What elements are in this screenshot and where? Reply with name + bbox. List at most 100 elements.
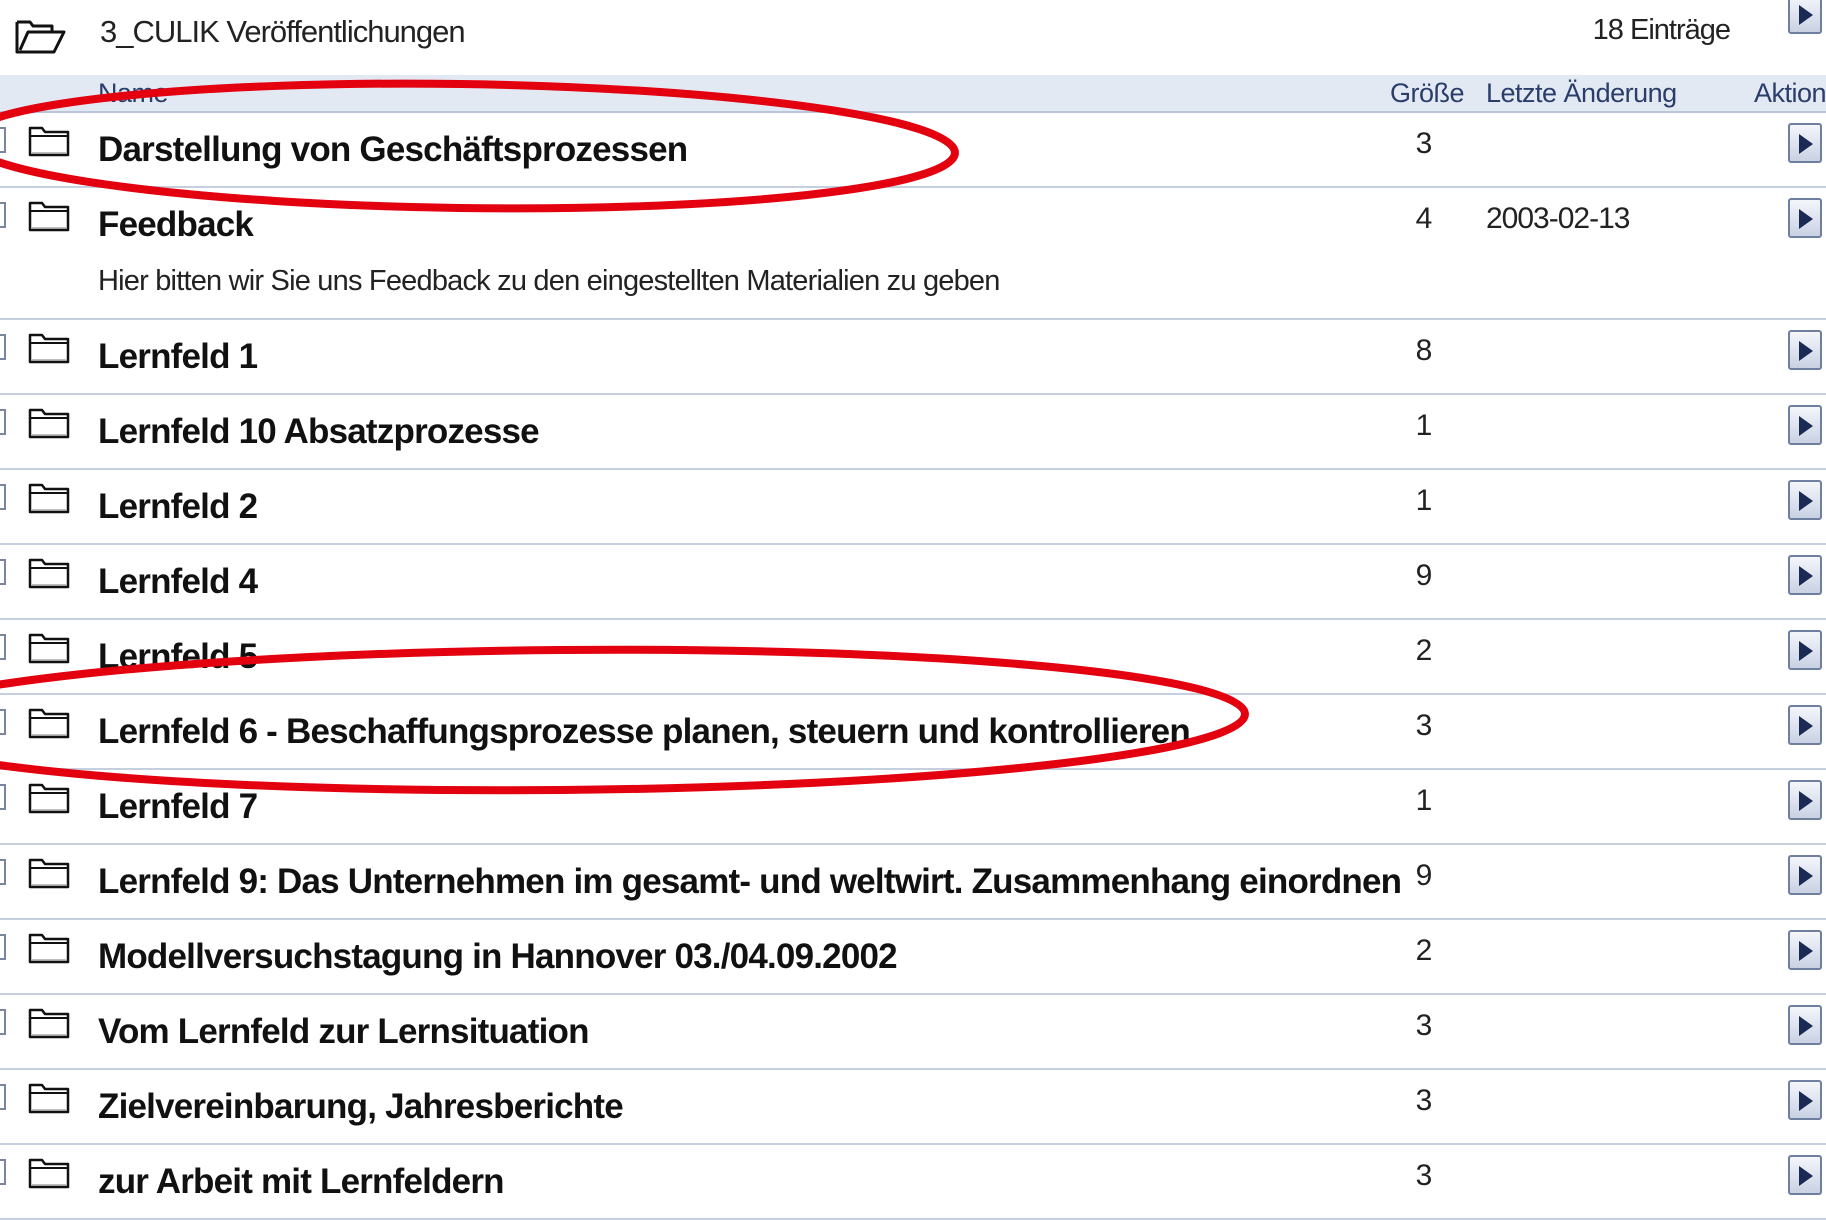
folder-size: 3 [1415, 1084, 1433, 1117]
folder-icon [28, 201, 70, 232]
row-checkbox[interactable] [0, 634, 6, 660]
table-row[interactable]: zur Arbeit mit Lernfeldern 3 [0, 1145, 1826, 1220]
folder-name-link[interactable]: Vom Lernfeld zur Lernsituation [98, 1012, 589, 1052]
folder-modified-date: 2003-02-13 [1486, 202, 1630, 235]
row-action-button[interactable] [1788, 405, 1822, 445]
row-checkbox[interactable] [0, 859, 6, 885]
folder-name-link[interactable]: Feedback [98, 205, 254, 245]
row-checkbox[interactable] [0, 1084, 6, 1110]
folder-name-link[interactable]: zur Arbeit mit Lernfeldern [98, 1162, 505, 1202]
table-row[interactable]: Zielvereinbarung, Jahresberichte 3 [0, 1070, 1826, 1145]
table-row[interactable]: Lernfeld 7 1 [0, 770, 1826, 845]
folder-name-link[interactable]: Lernfeld 7 [98, 787, 258, 827]
play-arrow-icon [1799, 1166, 1813, 1186]
folder-name-link[interactable]: Modellversuchstagung in Hannover 03./04.… [98, 937, 898, 977]
table-row[interactable]: Lernfeld 5 2 [0, 620, 1826, 695]
folder-icon [28, 858, 70, 889]
column-name[interactable]: Name [98, 78, 169, 109]
folder-name-link[interactable]: Lernfeld 1 [98, 337, 258, 377]
row-action-button[interactable] [1788, 1080, 1822, 1120]
folder-icon [28, 783, 70, 814]
folder-name-link[interactable]: Lernfeld 4 [98, 562, 258, 602]
row-checkbox[interactable] [0, 334, 6, 360]
table-row[interactable]: Lernfeld 9: Das Unternehmen im gesamt- u… [0, 845, 1826, 920]
folder-size: 9 [1415, 859, 1433, 892]
play-arrow-icon [1799, 5, 1813, 25]
play-arrow-icon [1799, 1091, 1813, 1111]
table-row[interactable]: Feedback Hier bitten wir Sie uns Feedback… [0, 188, 1826, 320]
folder-size: 3 [1415, 1159, 1433, 1192]
row-action-button[interactable] [1788, 630, 1822, 670]
row-action-button[interactable] [1788, 705, 1822, 745]
folder-size: 1 [1415, 484, 1433, 517]
table-row[interactable]: Lernfeld 2 1 [0, 470, 1826, 545]
folder-size: 3 [1415, 1009, 1433, 1042]
folder-name-link[interactable]: Zielvereinbarung, Jahresberichte [98, 1087, 624, 1127]
table-row[interactable]: Lernfeld 1 8 [0, 320, 1826, 395]
row-action-button[interactable] [1788, 480, 1822, 520]
play-arrow-icon [1799, 866, 1813, 886]
row-action-button[interactable] [1788, 930, 1822, 970]
row-checkbox[interactable] [0, 1009, 6, 1035]
play-arrow-icon [1799, 941, 1813, 961]
table-row[interactable]: Lernfeld 10 Absatzprozesse 1 [0, 395, 1826, 470]
folder-name-link[interactable]: Lernfeld 5 [98, 637, 258, 677]
entry-count: 18 Einträge [1592, 14, 1731, 46]
row-checkbox[interactable] [0, 709, 6, 735]
row-action-button[interactable] [1788, 123, 1822, 163]
row-checkbox[interactable] [0, 202, 6, 228]
folder-name-link[interactable]: Lernfeld 6 - Beschaffungsprozesse planen… [98, 712, 1191, 752]
row-action-button[interactable] [1788, 780, 1822, 820]
folder-icon [28, 333, 70, 364]
folder-size: 1 [1415, 409, 1433, 442]
folder-icon [28, 933, 70, 964]
folder-icon [28, 708, 70, 739]
row-action-button[interactable] [1788, 1155, 1822, 1195]
play-arrow-icon [1799, 716, 1813, 736]
table-row[interactable]: Modellversuchstagung in Hannover 03./04.… [0, 920, 1826, 995]
folder-description: Hier bitten wir Sie uns Feedback zu den … [98, 265, 1000, 297]
row-action-button[interactable] [1788, 555, 1822, 595]
folder-size: 9 [1415, 559, 1433, 592]
play-arrow-icon [1799, 341, 1813, 361]
row-checkbox[interactable] [0, 484, 6, 510]
table-row[interactable]: Lernfeld 4 9 [0, 545, 1826, 620]
column-modified[interactable]: Letzte Änderung [1486, 78, 1677, 109]
row-checkbox[interactable] [0, 934, 6, 960]
row-action-button[interactable] [1788, 198, 1822, 238]
folder-name-link[interactable]: Lernfeld 9: Das Unternehmen im gesamt- u… [98, 862, 1402, 902]
folder-title: 3_CULIK Veröffentlichungen [100, 14, 466, 49]
row-action-button[interactable] [1788, 330, 1822, 370]
play-arrow-icon [1799, 491, 1813, 511]
folder-icon [28, 126, 70, 157]
row-checkbox[interactable] [0, 559, 6, 585]
folder-size: 3 [1415, 127, 1433, 160]
folder-name-link[interactable]: Lernfeld 10 Absatzprozesse [98, 412, 540, 452]
folder-action-button[interactable] [1788, 0, 1822, 34]
table-row[interactable]: Vom Lernfeld zur Lernsituation 3 [0, 995, 1826, 1070]
folder-header: 3_CULIK Veröffentlichungen 18 Einträge [0, 0, 1826, 75]
folder-name-link[interactable]: Darstellung von Geschäftsprozessen [98, 130, 688, 170]
row-checkbox[interactable] [0, 1159, 6, 1185]
play-arrow-icon [1799, 1016, 1813, 1036]
table-row[interactable]: Lernfeld 6 - Beschaffungsprozesse planen… [0, 695, 1826, 770]
folder-icon [28, 1008, 70, 1039]
row-checkbox[interactable] [0, 784, 6, 810]
row-action-button[interactable] [1788, 1005, 1822, 1045]
folder-name-link[interactable]: Lernfeld 2 [98, 487, 258, 527]
table-row[interactable]: Darstellung von Geschäftsprozessen 3 [0, 113, 1826, 188]
row-action-button[interactable] [1788, 855, 1822, 895]
row-checkbox[interactable] [0, 127, 6, 153]
row-checkbox[interactable] [0, 409, 6, 435]
play-arrow-icon [1799, 641, 1813, 661]
play-arrow-icon [1799, 209, 1813, 229]
folder-size: 3 [1415, 709, 1433, 742]
folder-open-icon [15, 20, 66, 54]
folder-size: 1 [1415, 784, 1433, 817]
folder-icon [28, 1158, 70, 1189]
column-size[interactable]: Größe [1390, 78, 1465, 109]
folder-icon [28, 408, 70, 439]
column-action: Aktion [1754, 78, 1826, 108]
play-arrow-icon [1799, 791, 1813, 811]
folder-icon [28, 633, 70, 664]
